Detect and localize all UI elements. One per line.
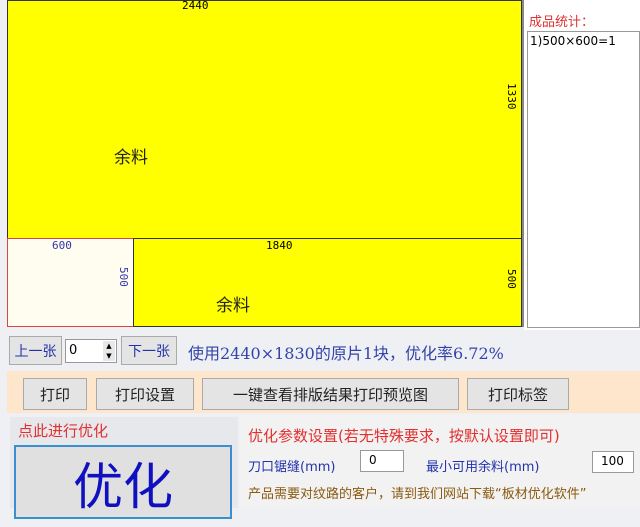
- page-stepper[interactable]: 0 ▲ ▼: [65, 339, 117, 363]
- stats-list[interactable]: 1)500×600=1: [527, 31, 640, 328]
- part-height: 500: [117, 267, 130, 287]
- grain-note: 产品需要对纹路的客户，请到我们网站下载“板材优化软件”: [248, 487, 587, 502]
- part-piece[interactable]: 600 500: [7, 238, 134, 327]
- layout-canvas: 2440 1330 余料 600 500 1840 500 余料: [7, 0, 524, 327]
- offcut-label: 余料: [216, 296, 250, 316]
- print-settings-button[interactable]: 打印设置: [96, 378, 194, 410]
- print-button[interactable]: 打印: [23, 378, 87, 410]
- rest-width: 1840: [266, 239, 293, 252]
- min-offcut-input[interactable]: 100: [592, 451, 634, 473]
- offcut-label: 余料: [114, 148, 148, 168]
- rest-height: 500: [505, 269, 518, 289]
- offcut-bottom[interactable]: 1840 500 余料: [133, 238, 522, 327]
- print-preview-button[interactable]: 一键查看排版结果打印预览图: [202, 378, 459, 410]
- next-button[interactable]: 下一张: [121, 336, 177, 365]
- offcut-top[interactable]: 2440 1330 余料: [7, 0, 522, 239]
- kerf-input[interactable]: 0: [360, 450, 404, 472]
- width-label: 2440: [182, 0, 209, 12]
- optimize-panel: 点此进行优化 优化: [10, 417, 238, 519]
- stats-panel: 成品统计： 1)500×600=1: [524, 0, 640, 330]
- params-title: 优化参数设置(若无特殊要求，按默认设置即可): [248, 427, 560, 445]
- height-label: 1330: [505, 83, 518, 110]
- summary-text: 使用2440×1830的原片1块，优化率6.72%: [188, 344, 504, 363]
- prev-button[interactable]: 上一张: [9, 336, 62, 365]
- params-panel: 优化参数设置(若无特殊要求，按默认设置即可) 刀口锯缝(mm) 0 最小可用余料…: [240, 415, 640, 508]
- spin-arrows-icon[interactable]: ▲ ▼: [103, 341, 115, 361]
- page-value: 0: [69, 343, 78, 358]
- optimize-title: 点此进行优化: [18, 422, 109, 440]
- kerf-label: 刀口锯缝(mm): [248, 460, 336, 475]
- min-offcut-label: 最小可用余料(mm): [426, 460, 540, 475]
- print-labels-button[interactable]: 打印标签: [467, 378, 569, 410]
- list-item[interactable]: 1)500×600=1: [530, 34, 637, 48]
- part-width: 600: [52, 239, 72, 252]
- stats-title: 成品统计：: [529, 15, 595, 30]
